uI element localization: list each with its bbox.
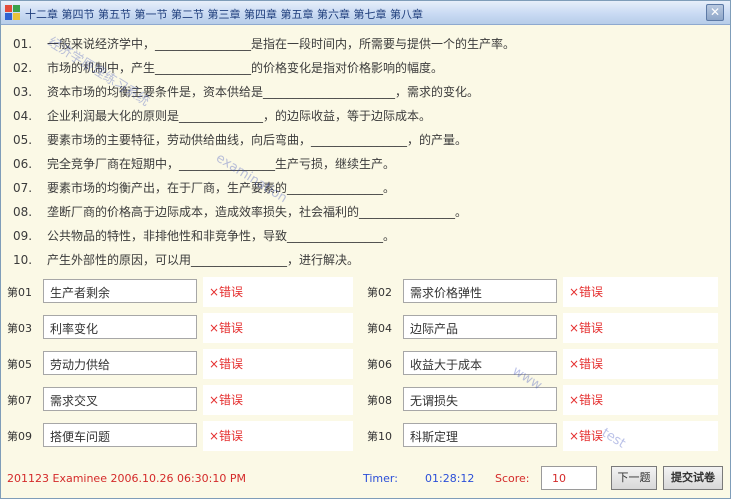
- app-window: 十二章 第四节 第五节 第一节 第二节 第三章 第四章 第五章 第六章 第七章 …: [0, 0, 731, 499]
- answer-label: 第07: [7, 394, 32, 407]
- app-icon: [5, 5, 20, 20]
- answer-input[interactable]: 劳动力供给: [43, 351, 197, 375]
- question-number: 01.: [13, 37, 33, 51]
- next-button[interactable]: 下一题: [611, 466, 657, 490]
- question-number: 03.: [13, 85, 33, 99]
- answer-status: ×错误: [569, 321, 604, 335]
- score-field: 10: [541, 466, 597, 490]
- answer-input[interactable]: 收益大于成本: [403, 351, 557, 375]
- answer-label: 第10: [367, 430, 392, 443]
- answer-input[interactable]: 生产者剩余: [43, 279, 197, 303]
- answer-label: 第09: [7, 430, 32, 443]
- question-number: 10.: [13, 253, 33, 267]
- answer-input[interactable]: 无谓损失: [403, 387, 557, 411]
- question-text: 要素市场的均衡产出，在于厂商，生产要素的________________。: [47, 181, 396, 195]
- score-label: Score:: [495, 472, 530, 485]
- answer-status: ×错误: [209, 321, 244, 335]
- question-text: 市场的机制中，产生________________的价格变化是指对价格影响的幅度…: [47, 61, 444, 75]
- answer-input[interactable]: 需求交叉: [43, 387, 197, 411]
- answer-label: 第08: [367, 394, 392, 407]
- question-text: 资本市场的均衡主要条件是，资本供给是______________________…: [47, 85, 480, 99]
- answer-status: ×错误: [569, 429, 604, 443]
- window-title: 十二章 第四节 第五节 第一节 第二节 第三章 第四章 第五章 第六章 第七章 …: [25, 8, 423, 21]
- close-button[interactable]: ✕: [706, 4, 724, 21]
- question-text: 公共物品的特性，非排他性和非竞争性，导致________________。: [47, 229, 396, 243]
- question-text: 完全竞争厂商在短期中，________________生产亏损，继续生产。: [47, 157, 396, 171]
- answer-status: ×错误: [569, 285, 604, 299]
- status-bar: 201123 Examinee 2006.10.26 06:30:10 PM T…: [1, 463, 730, 497]
- answer-label: 第03: [7, 322, 32, 335]
- question-number: 04.: [13, 109, 33, 123]
- question-row: 02. 市场的机制中，产生________________的价格变化是指对价格影响…: [13, 59, 443, 77]
- answer-label: 第01: [7, 286, 32, 299]
- question-row: 07. 要素市场的均衡产出，在于厂商，生产要素的________________。: [13, 179, 395, 197]
- question-text: 一般来说经济学中，________________是指在一段时间内，所需要与提供…: [47, 37, 516, 51]
- answer-label: 第02: [367, 286, 392, 299]
- answer-label: 第05: [7, 358, 32, 371]
- answer-input[interactable]: 利率变化: [43, 315, 197, 339]
- question-text: 垄断厂商的价格高于边际成本，造成效率损失，社会福利的______________…: [47, 205, 468, 219]
- answer-input[interactable]: 边际产品: [403, 315, 557, 339]
- user-info: 201123 Examinee 2006.10.26 06:30:10 PM: [7, 472, 246, 485]
- question-row: 05. 要素市场的主要特征，劳动供给曲线，向后弯曲，_______________…: [13, 131, 467, 149]
- question-number: 06.: [13, 157, 33, 171]
- question-row: 06. 完全竞争厂商在短期中，________________生产亏损，继续生产。: [13, 155, 395, 173]
- answer-status: ×错误: [209, 357, 244, 371]
- question-row: 08. 垄断厂商的价格高于边际成本，造成效率损失，社会福利的___________…: [13, 203, 467, 221]
- question-text: 产生外部性的原因，可以用________________，进行解决。: [47, 253, 360, 267]
- question-row: 10. 产生外部性的原因，可以用________________，进行解决。: [13, 251, 359, 269]
- answer-status: ×错误: [209, 285, 244, 299]
- title-bar: 十二章 第四节 第五节 第一节 第二节 第三章 第四章 第五章 第六章 第七章 …: [1, 1, 730, 25]
- answer-label: 第06: [367, 358, 392, 371]
- question-text: 要素市场的主要特征，劳动供给曲线，向后弯曲，________________，的…: [47, 133, 468, 147]
- answer-status: ×错误: [209, 393, 244, 407]
- timer-label: Timer:: [363, 472, 398, 485]
- question-number: 09.: [13, 229, 33, 243]
- answer-input[interactable]: 搭便车问题: [43, 423, 197, 447]
- question-number: 07.: [13, 181, 33, 195]
- timer-value: 01:28:12: [425, 472, 475, 485]
- answer-label: 第04: [367, 322, 392, 335]
- question-text: 企业利润最大化的原则是______________，的边际收益，等于边际成本。: [47, 109, 432, 123]
- question-row: 03. 资本市场的均衡主要条件是，资本供给是___________________…: [13, 83, 479, 101]
- answer-status: ×错误: [569, 357, 604, 371]
- question-number: 02.: [13, 61, 33, 75]
- question-row: 04. 企业利润最大化的原则是______________，的边际收益，等于边际成…: [13, 107, 431, 125]
- submit-button[interactable]: 提交试卷: [663, 466, 723, 490]
- question-number: 08.: [13, 205, 33, 219]
- answer-input[interactable]: 需求价格弹性: [403, 279, 557, 303]
- answer-input[interactable]: 科斯定理: [403, 423, 557, 447]
- question-number: 05.: [13, 133, 33, 147]
- question-row: 01. 一般来说经济学中，________________是指在一段时间内，所需要…: [13, 35, 515, 53]
- close-icon: ✕: [709, 5, 721, 19]
- answer-status: ×错误: [209, 429, 244, 443]
- question-row: 09. 公共物品的特性，非排他性和非竞争性，导致________________。: [13, 227, 395, 245]
- answer-status: ×错误: [569, 393, 604, 407]
